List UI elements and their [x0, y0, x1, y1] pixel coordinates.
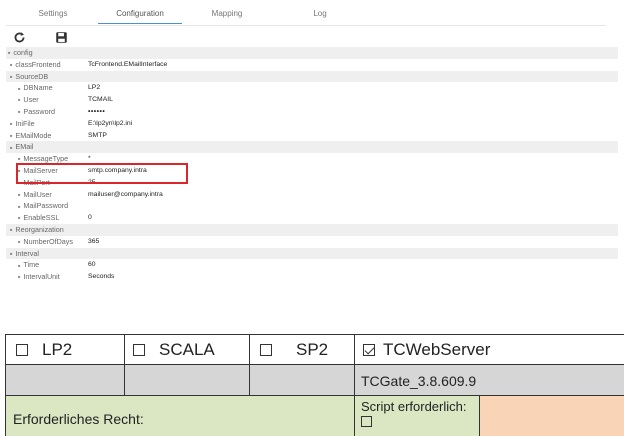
header-label-scala: SCALA: [159, 339, 215, 359]
tree-value[interactable]: TcFrontend.EMailInterface: [88, 59, 167, 71]
header-cell-tcwebserver: TCWebServer: [354, 334, 624, 365]
tab-bar: Settings Configuration Mapping Log: [6, 4, 366, 26]
tree-key: Interval: [10, 248, 39, 260]
tree-row-inifile[interactable]: IniFile E:\lp2yn\lp2.ini: [6, 118, 618, 130]
tree-value[interactable]: LP2: [88, 82, 100, 94]
tree-key: Password: [18, 106, 55, 118]
tree-row-classfrontend[interactable]: classFrontend TcFrontend.EMailInterface: [6, 59, 618, 71]
tree-row-interval[interactable]: Interval: [6, 247, 618, 260]
tree-row-config[interactable]: config: [6, 47, 618, 59]
header-cell-sp2: SP2: [249, 334, 355, 365]
tree-row-email[interactable]: EMail: [6, 141, 618, 154]
tab-configuration[interactable]: Configuration: [106, 9, 174, 18]
highlight-annotation: [16, 163, 188, 184]
required-right-label: Erforderliches Recht:: [13, 411, 144, 427]
tree-key: SourceDB: [10, 71, 48, 83]
header-cell-lp2: LP2: [5, 334, 125, 365]
header-label-lp2: LP2: [42, 339, 73, 359]
refresh-icon: [14, 31, 24, 42]
tree-row-time[interactable]: Time 60: [6, 259, 618, 271]
tree-row-enablessl[interactable]: EnableSSL 0: [6, 212, 618, 224]
tree-key: IntervalUnit: [18, 271, 59, 283]
checkbox-tcwebserver[interactable]: [363, 343, 375, 356]
tree-value[interactable]: 0: [88, 212, 92, 224]
tab-log[interactable]: Log: [300, 9, 340, 18]
toolbar: [6, 28, 618, 46]
tree-value[interactable]: SMTP: [88, 130, 107, 142]
header-label-tcwebserver: TCWebServer: [383, 339, 491, 359]
version-cell-lp2: [5, 364, 125, 396]
version-cell-tcwebserver: TCGate_3.8.609.9: [354, 364, 624, 396]
tree-row-user[interactable]: User TCMAIL: [6, 94, 618, 106]
tree-row-dbname[interactable]: DBName LP2: [6, 82, 618, 94]
tree-key: MailUser: [18, 189, 51, 201]
tree-row-mailuser[interactable]: MailUser mailuser@company.intra: [6, 189, 618, 201]
tree-value[interactable]: mailuser@company.intra: [88, 189, 163, 201]
version-cell-sp2: [249, 364, 355, 396]
active-tab-indicator: [98, 23, 182, 24]
tree-row-mailpassword[interactable]: MailPassword: [6, 200, 618, 212]
requirements-table: LP2 SCALA SP2 TCWebServer TCGate_3.8.609…: [5, 334, 624, 436]
checkbox-scala[interactable]: [133, 343, 145, 356]
tree-value[interactable]: 60: [88, 259, 96, 271]
header-cell-scala: SCALA: [124, 334, 250, 365]
tab-settings[interactable]: Settings: [28, 9, 78, 18]
version-text: TCGate_3.8.609.9: [361, 373, 477, 389]
tree-value[interactable]: TCMAIL: [88, 94, 113, 106]
tree-row-emailmode[interactable]: EMailMode SMTP: [6, 130, 618, 142]
tree-row-password[interactable]: Password ••••••: [6, 106, 618, 118]
tree-key: EMailMode: [10, 130, 51, 142]
tree-key: NumberOfDays: [18, 236, 73, 248]
tree-row-numberofdays[interactable]: NumberOfDays 365: [6, 236, 618, 248]
script-value-cell: [479, 395, 624, 436]
tree-value[interactable]: Seconds: [88, 271, 114, 283]
header-label-sp2: SP2: [296, 339, 329, 359]
save-button[interactable]: [54, 30, 68, 44]
script-required-cell: Script erforderlich:: [354, 395, 480, 436]
tree-row-intervalunit[interactable]: IntervalUnit Seconds: [6, 271, 618, 283]
tab-divider: [6, 25, 606, 26]
checkbox-lp2[interactable]: [16, 343, 28, 356]
tree-value[interactable]: E:\lp2yn\lp2.ini: [88, 118, 132, 130]
checkbox-sp2[interactable]: [260, 343, 272, 356]
tree-key: classFrontend: [10, 59, 60, 71]
version-cell-scala: [124, 364, 250, 396]
refresh-button[interactable]: [12, 30, 26, 44]
script-required-label: Script erforderlich:: [361, 399, 467, 414]
tree-key: Reorganization: [10, 224, 63, 236]
tree-value[interactable]: 365: [88, 236, 99, 248]
configuration-panel: Settings Configuration Mapping Log confi…: [6, 4, 618, 312]
tree-key: EnableSSL: [18, 212, 59, 224]
tree-key: EMail: [10, 141, 33, 153]
tree-value[interactable]: ••••••: [88, 106, 105, 118]
tab-mapping[interactable]: Mapping: [202, 9, 252, 18]
tree-row-reorganization[interactable]: Reorganization: [6, 223, 618, 236]
tree-key: IniFile: [10, 118, 34, 130]
save-icon: [55, 31, 67, 43]
tree-key: DBName: [18, 82, 52, 94]
required-right-cell: Erforderliches Recht:: [5, 395, 355, 436]
checkbox-script-required[interactable]: [361, 416, 372, 427]
tree-key: MailPassword: [18, 200, 68, 212]
tree-key: User: [18, 94, 38, 106]
tree-row-sourcedb[interactable]: SourceDB: [6, 70, 618, 83]
tree-key: config: [8, 47, 32, 59]
tree-key: Time: [18, 259, 39, 271]
